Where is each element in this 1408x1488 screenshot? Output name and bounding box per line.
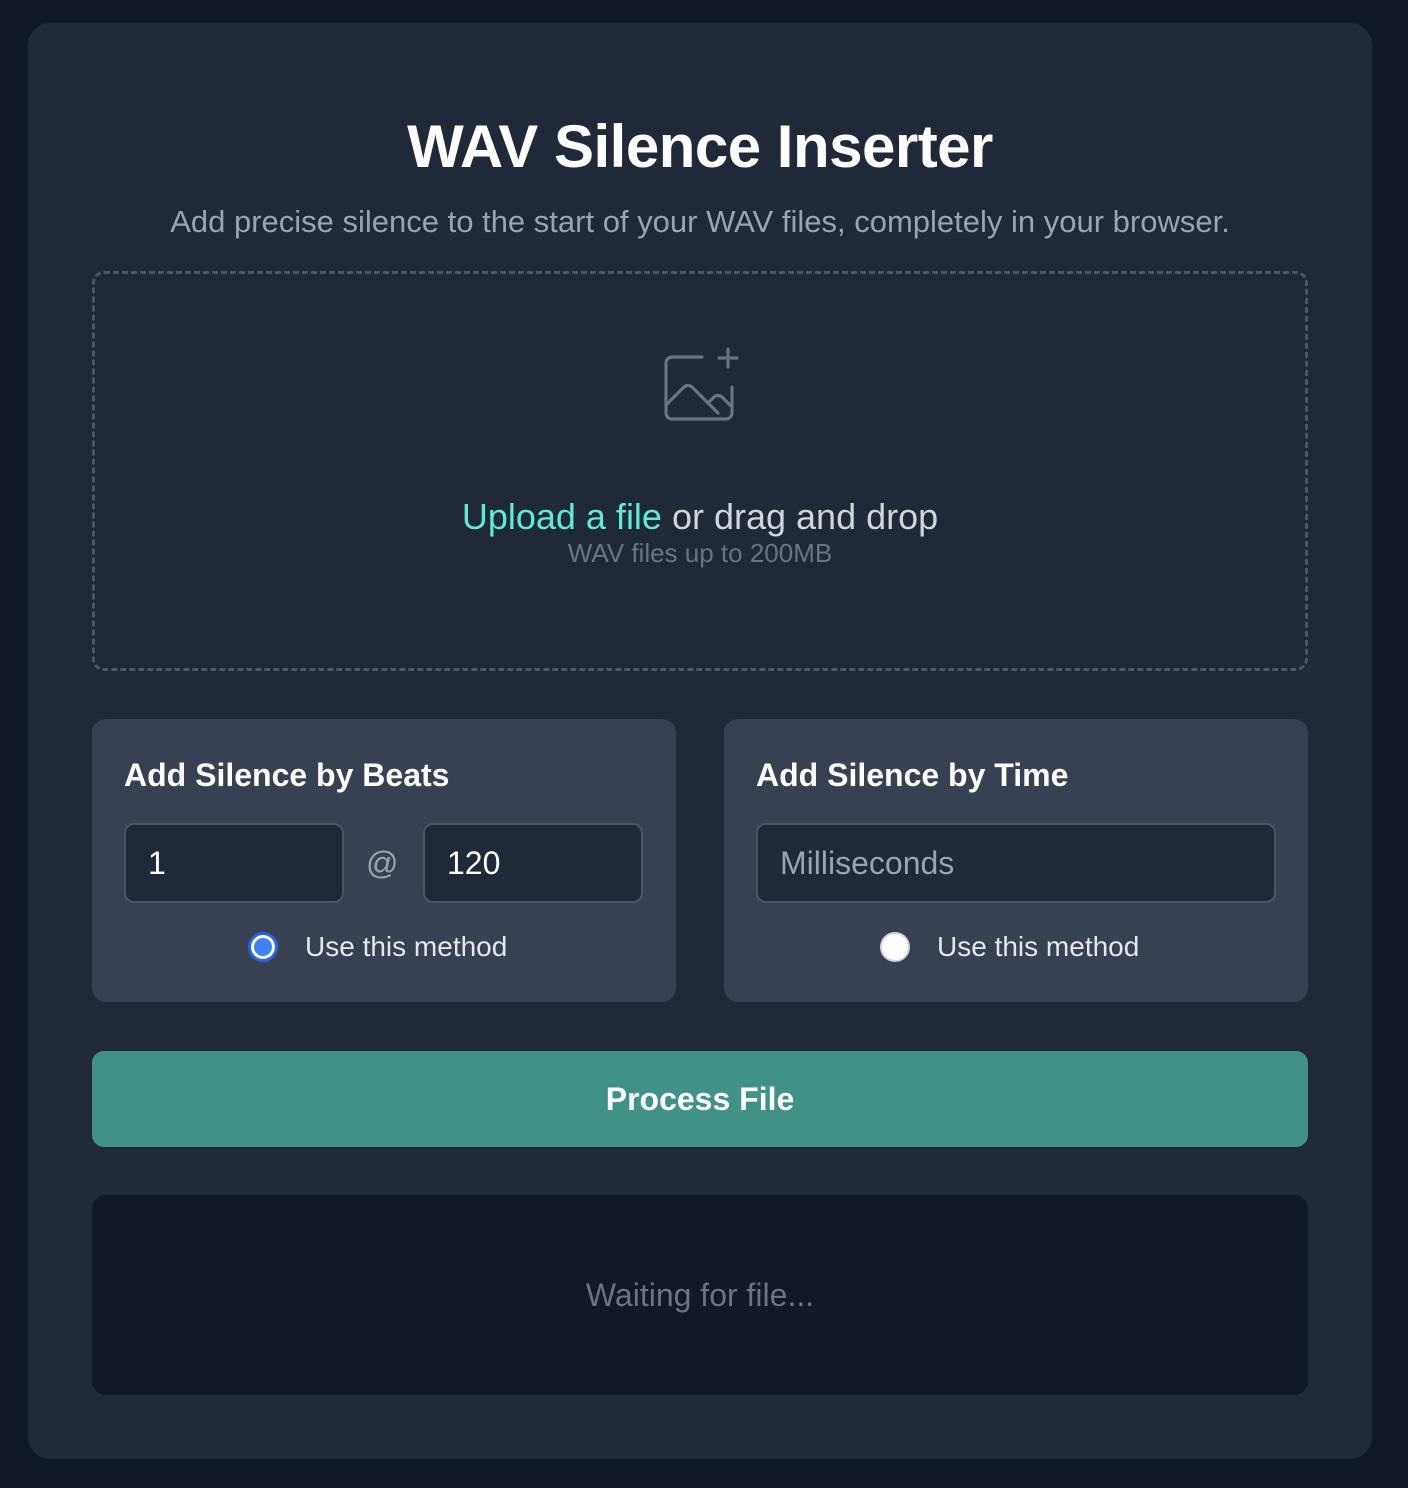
image-plus-icon: [664, 347, 739, 421]
time-panel-title: Add Silence by Time: [756, 757, 1069, 793]
page-title: WAV Silence Inserter: [407, 113, 993, 180]
status-text: Waiting for file...: [585, 1277, 815, 1313]
upload-file-link[interactable]: Upload a file: [462, 496, 662, 537]
upload-prompt: Upload a file or drag and drop: [28, 495, 1372, 539]
beats-method-label: Use this method: [305, 931, 508, 962]
time-method-label: Use this method: [937, 931, 1140, 962]
file-dropzone[interactable]: [92, 271, 1308, 671]
beats-panel: Add Silence by Beats @ Use this method: [92, 719, 676, 1002]
time-method-radio[interactable]: Use this method: [880, 927, 1139, 967]
page-subtitle: Add precise silence to the start of your…: [170, 204, 1230, 239]
beats-panel-title: Add Silence by Beats: [124, 757, 450, 793]
at-separator: @: [366, 845, 399, 881]
bpm-input[interactable]: [423, 823, 643, 903]
process-file-button[interactable]: Process File: [92, 1051, 1308, 1147]
radio-unchecked-icon[interactable]: [880, 932, 910, 962]
upload-hint: WAV files up to 200MB: [567, 538, 833, 568]
main-card: WAV Silence Inserter Add precise silence…: [28, 23, 1372, 1459]
time-panel: Add Silence by Time Use this method: [724, 719, 1308, 1002]
status-panel: Waiting for file...: [92, 1195, 1308, 1395]
beats-input[interactable]: [124, 823, 344, 903]
beats-method-radio[interactable]: Use this method: [248, 927, 507, 967]
drag-drop-text: or drag and drop: [661, 496, 939, 537]
milliseconds-input[interactable]: [756, 823, 1276, 903]
radio-checked-icon[interactable]: [248, 932, 278, 962]
